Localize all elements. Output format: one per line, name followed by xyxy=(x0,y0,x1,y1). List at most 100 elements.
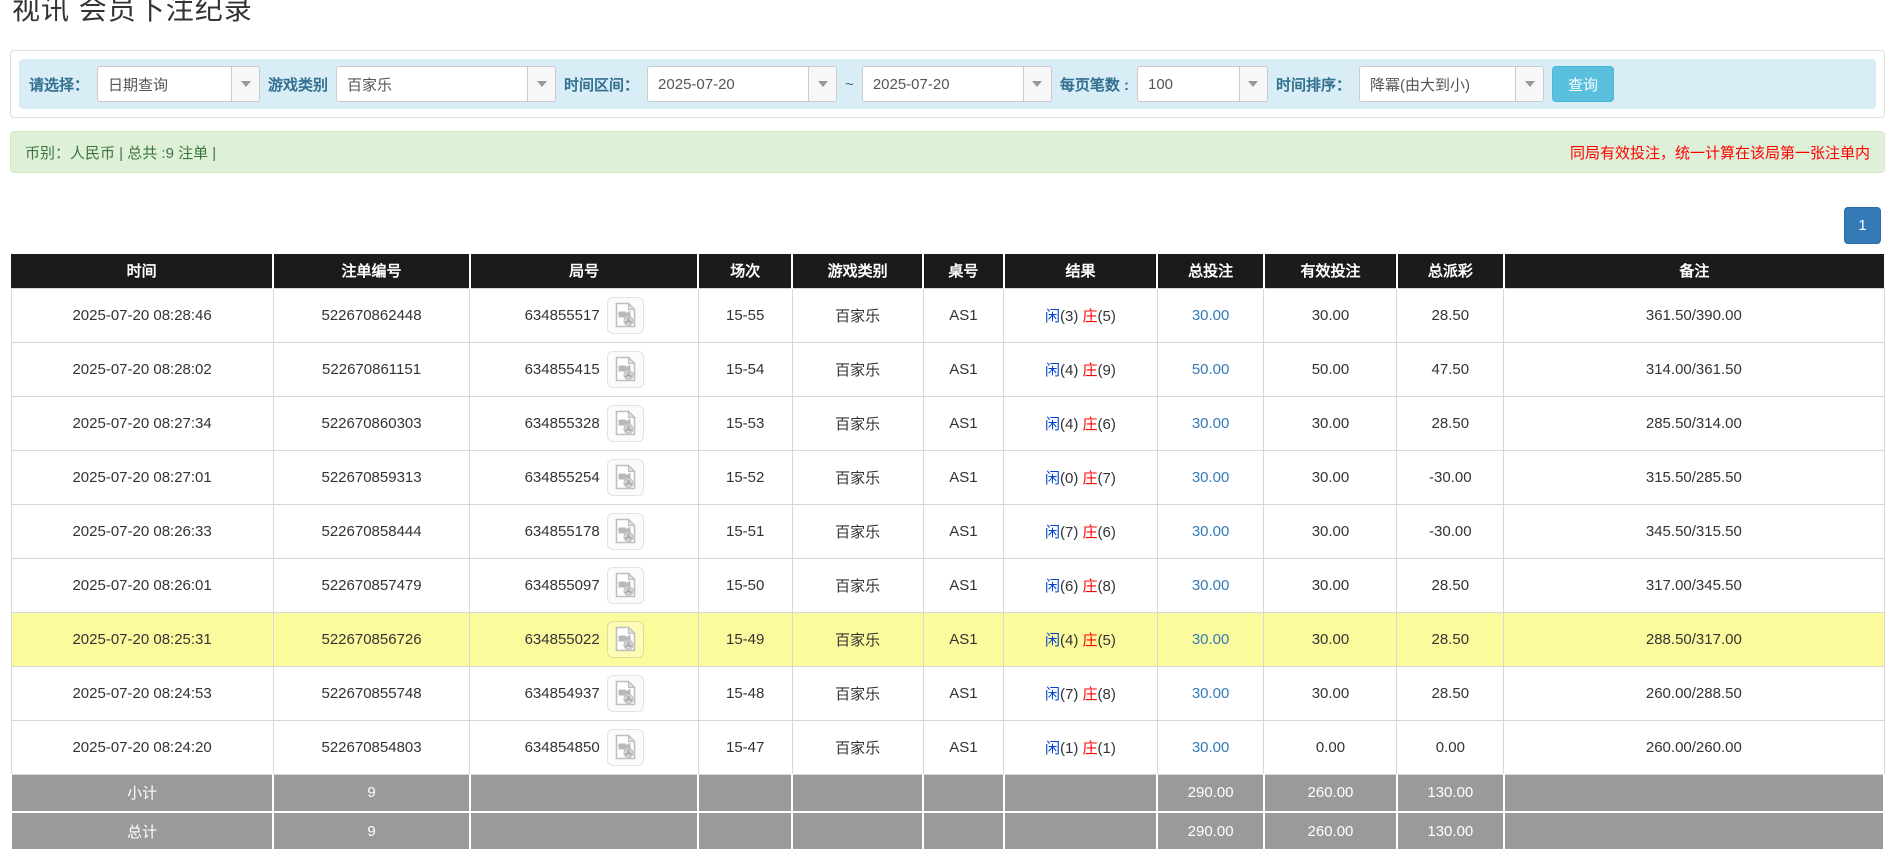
subtotal-row-cell: 小计 xyxy=(11,774,273,812)
video-replay-button[interactable] xyxy=(607,405,644,442)
total-bet-cell: 30.00 xyxy=(1157,450,1264,504)
session-cell: 15-49 xyxy=(698,612,792,666)
video-replay-button[interactable] xyxy=(607,621,644,658)
valid-bet-cell: 30.00 xyxy=(1264,666,1397,720)
video-replay-button[interactable] xyxy=(607,459,644,496)
result-banker-score: (5) xyxy=(1098,308,1116,325)
table-no-cell: AS1 xyxy=(923,558,1004,612)
chevron-down-icon[interactable] xyxy=(527,67,555,101)
table-row: 2025-07-20 08:26:01522670857479634855097… xyxy=(11,558,1884,612)
game-type-cell: 百家乐 xyxy=(792,720,923,774)
sort-order-label: 时间排序： xyxy=(1276,74,1351,95)
total-bet-link[interactable]: 30.00 xyxy=(1192,415,1230,432)
total-bet-cell: 30.00 xyxy=(1157,666,1264,720)
round-id: 634855517 xyxy=(525,307,600,324)
table-head: 时间注单编号局号场次游戏类别桌号结果总投注有效投注总派彩备注 xyxy=(11,254,1884,288)
sort-order-dropdown[interactable]: 降冪(由大到小) xyxy=(1359,66,1544,102)
total-bet-link[interactable]: 50.00 xyxy=(1192,361,1230,378)
page-size-dropdown[interactable]: 100 xyxy=(1137,66,1268,102)
total-bet-link[interactable]: 30.00 xyxy=(1192,631,1230,648)
round-id-cell: 634855097 xyxy=(470,558,699,612)
column-header: 备注 xyxy=(1504,254,1884,288)
table-no-cell: AS1 xyxy=(923,288,1004,342)
result-banker-label: 庄 xyxy=(1083,740,1098,757)
total-row-cell: 260.00 xyxy=(1264,812,1397,850)
column-header: 桌号 xyxy=(923,254,1004,288)
video-file-icon xyxy=(614,464,637,490)
video-replay-button[interactable] xyxy=(607,729,644,766)
subtotal-row-cell: 130.00 xyxy=(1397,774,1504,812)
result-player-score: (7) xyxy=(1060,686,1083,703)
date-to-dropdown[interactable]: 2025-07-20 xyxy=(862,66,1052,102)
valid-bet-cell: 30.00 xyxy=(1264,612,1397,666)
video-file-icon xyxy=(614,626,637,652)
result-banker-label: 庄 xyxy=(1083,578,1098,595)
video-file-icon xyxy=(614,734,637,760)
payout-cell: 0.00 xyxy=(1397,720,1504,774)
chevron-down-icon[interactable] xyxy=(1239,67,1267,101)
pagination: 1 xyxy=(10,207,1885,244)
round-id-cell: 634855328 xyxy=(470,396,699,450)
table-row: 2025-07-20 08:24:20522670854803 634854850… xyxy=(11,720,1884,774)
game-type-cell: 百家乐 xyxy=(792,666,923,720)
round-id: 634854850 xyxy=(525,739,600,756)
column-header: 总派彩 xyxy=(1397,254,1504,288)
chevron-down-icon[interactable] xyxy=(1515,67,1543,101)
result-banker-score: (5) xyxy=(1098,632,1116,649)
query-type-dropdown[interactable]: 日期查询 xyxy=(97,66,260,102)
bet-id-cell: 522670854803 xyxy=(273,720,470,774)
table-row: 2025-07-20 08:27:34522670860303634855328… xyxy=(11,396,1884,450)
payout-cell: -30.00 xyxy=(1397,450,1504,504)
valid-bet-cell: 0.00 xyxy=(1264,720,1397,774)
result-player-label: 闲 xyxy=(1045,470,1060,487)
bet-time-cell: 2025-07-20 08:25:31 xyxy=(11,612,273,666)
total-bet-link[interactable]: 30.00 xyxy=(1192,685,1230,702)
video-replay-button[interactable] xyxy=(607,351,644,388)
video-replay-button[interactable] xyxy=(607,567,644,604)
result-banker-score: (6) xyxy=(1098,416,1116,433)
bet-time-cell: 2025-07-20 08:28:02 xyxy=(11,342,273,396)
video-file-icon xyxy=(614,518,637,544)
payout-cell: 28.50 xyxy=(1397,558,1504,612)
chevron-down-icon[interactable] xyxy=(1023,67,1051,101)
game-type-dropdown[interactable]: 百家乐 xyxy=(336,66,556,102)
search-button[interactable]: 查询 xyxy=(1552,66,1614,102)
total-bet-link[interactable]: 30.00 xyxy=(1192,307,1230,324)
result-player-label: 闲 xyxy=(1045,740,1060,757)
chevron-down-icon[interactable] xyxy=(808,67,836,101)
page-size-label: 每页笔数 : xyxy=(1060,74,1129,95)
total-bet-link[interactable]: 30.00 xyxy=(1192,523,1230,540)
bet-time-cell: 2025-07-20 08:24:20 xyxy=(11,720,273,774)
remark-cell: 260.00/260.00 xyxy=(1504,720,1884,774)
date-from-dropdown[interactable]: 2025-07-20 xyxy=(647,66,837,102)
video-replay-button[interactable] xyxy=(607,513,644,550)
session-cell: 15-50 xyxy=(698,558,792,612)
total-bet-link[interactable]: 30.00 xyxy=(1192,739,1230,756)
result-player-score: (6) xyxy=(1060,578,1083,595)
total-bet-link[interactable]: 30.00 xyxy=(1192,577,1230,594)
result-player-score: (4) xyxy=(1060,416,1083,433)
total-bet-cell: 30.00 xyxy=(1157,720,1264,774)
video-replay-button[interactable] xyxy=(607,675,644,712)
result-banker-score: (8) xyxy=(1098,686,1116,703)
video-file-icon xyxy=(614,302,637,328)
session-cell: 15-48 xyxy=(698,666,792,720)
column-header: 游戏类别 xyxy=(792,254,923,288)
total-row-cell xyxy=(792,812,923,850)
session-cell: 15-47 xyxy=(698,720,792,774)
total-row-cell: 9 xyxy=(273,812,470,850)
total-bet-link[interactable]: 30.00 xyxy=(1192,469,1230,486)
filter-panel: 请选择： 日期查询 游戏类别 百家乐 时间区间： 2025-07-20 ~ 20… xyxy=(10,50,1885,118)
page-1-button[interactable]: 1 xyxy=(1844,207,1881,244)
total-row-cell xyxy=(923,812,1004,850)
query-type-label: 请选择： xyxy=(29,74,89,95)
subtotal-row: 小计9290.00260.00130.00 xyxy=(11,774,1884,812)
column-header: 注单编号 xyxy=(273,254,470,288)
bet-id-cell: 522670862448 xyxy=(273,288,470,342)
video-replay-button[interactable] xyxy=(607,297,644,334)
chevron-down-icon[interactable] xyxy=(231,67,259,101)
result-banker-label: 庄 xyxy=(1083,362,1098,379)
round-id: 634855022 xyxy=(525,631,600,648)
total-bet-cell: 30.00 xyxy=(1157,612,1264,666)
date-from-value: 2025-07-20 xyxy=(648,67,808,101)
